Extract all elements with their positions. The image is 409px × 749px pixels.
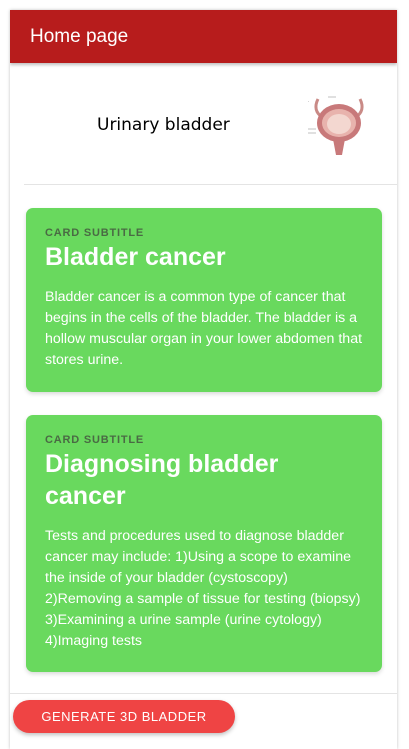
card-diagnosing-bladder-cancer[interactable]: CARD SUBTITLE Diagnosing bladder cancer …: [26, 415, 382, 672]
header-label: Urinary bladder: [97, 115, 230, 135]
card-bladder-cancer[interactable]: CARD SUBTITLE Bladder cancer Bladder can…: [26, 208, 382, 392]
svg-text:·: ·: [308, 99, 309, 104]
card-title: Diagnosing bladder cancer: [45, 450, 279, 510]
card-subtitle: CARD SUBTITLE: [45, 227, 145, 239]
card-subtitle: CARD SUBTITLE: [45, 434, 145, 446]
bladder-anatomy-icon: ·: [306, 93, 372, 159]
card-body: Tests and procedures used to diagnose bl…: [45, 528, 361, 649]
card-title: Bladder cancer: [45, 243, 226, 271]
card-body: Bladder cancer is a common type of cance…: [45, 289, 363, 368]
app-frame: Home page Urinary bladder · CARD SUBTITL…: [10, 10, 397, 749]
divider: [10, 693, 397, 694]
app-toolbar: Home page: [10, 10, 397, 63]
bladder-header-item[interactable]: Urinary bladder ·: [24, 93, 397, 185]
content-area[interactable]: Urinary bladder · CARD SUBTITLE Bladder …: [10, 63, 397, 749]
page-title: Home page: [30, 25, 129, 47]
generate-3d-bladder-button[interactable]: GENERATE 3D BLADDER: [13, 700, 235, 733]
